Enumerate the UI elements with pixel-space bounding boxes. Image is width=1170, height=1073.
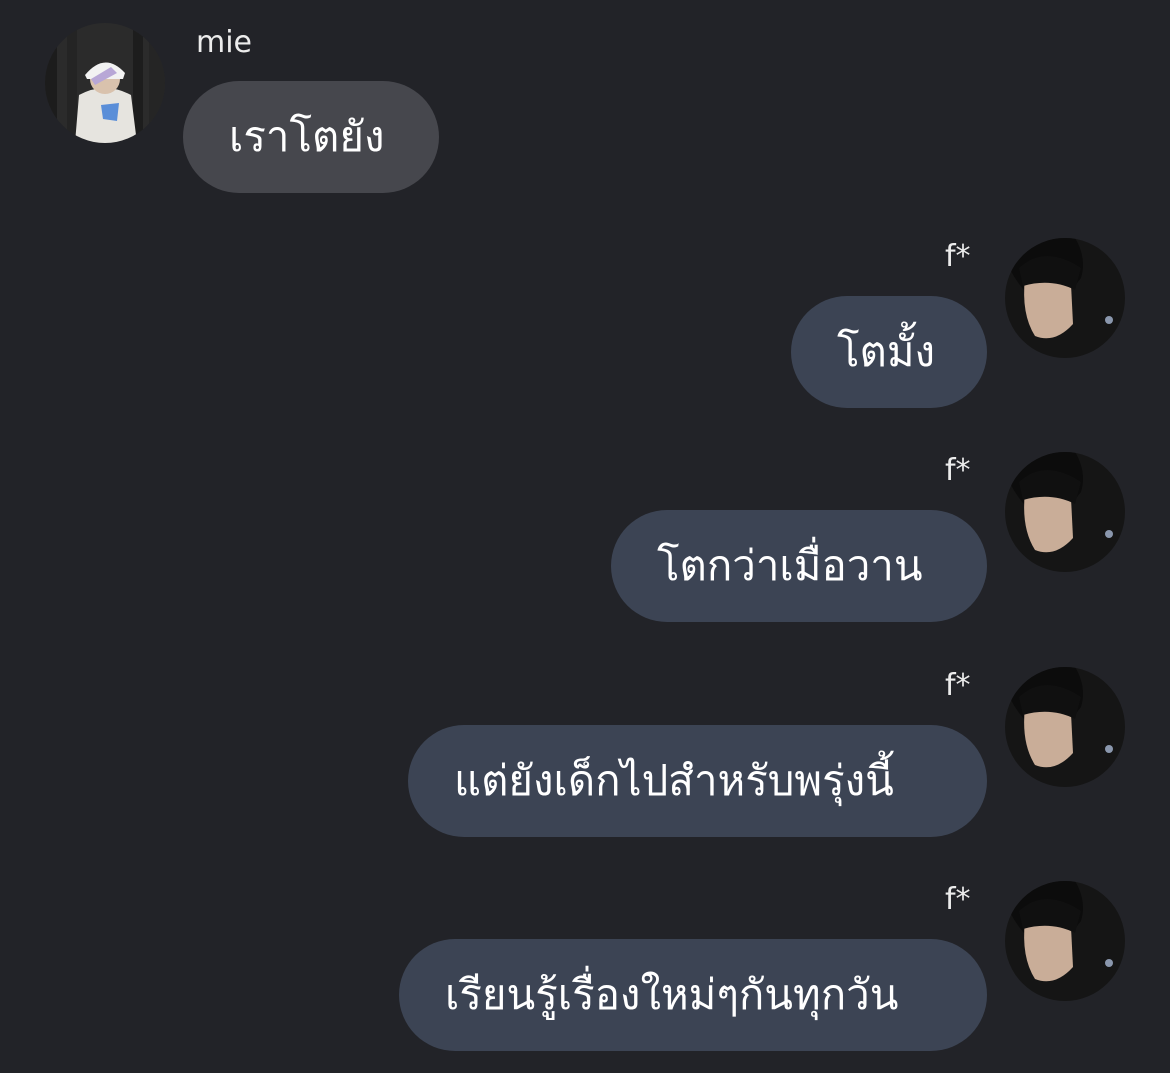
message-bubble[interactable]: เราโตยัง [183, 81, 439, 193]
sender-name: mie [196, 25, 253, 60]
avatar-f-photo-icon [1005, 667, 1125, 787]
avatar-f[interactable] [1005, 881, 1125, 1001]
sender-name: f* [945, 668, 971, 703]
chat-thread[interactable]: mie เราโตยัง f* โตมั้ง f* โตกว่าเมื่อวาน [0, 0, 1170, 1073]
avatar-f-photo-icon [1005, 452, 1125, 572]
sender-name: f* [945, 239, 971, 274]
message-bubble[interactable]: โตมั้ง [791, 296, 987, 408]
online-dot [1105, 530, 1113, 538]
message-bubble[interactable]: เรียนรู้เรื่องใหม่ๆกันทุกวัน [399, 939, 987, 1051]
avatar-f[interactable] [1005, 452, 1125, 572]
avatar-f[interactable] [1005, 238, 1125, 358]
online-dot [1105, 959, 1113, 967]
message-bubble[interactable]: โตกว่าเมื่อวาน [611, 510, 987, 622]
avatar-f-photo-icon [1005, 238, 1125, 358]
sender-name: f* [945, 453, 971, 488]
online-dot [1105, 316, 1113, 324]
avatar-f[interactable] [1005, 667, 1125, 787]
avatar-f-photo-icon [1005, 881, 1125, 1001]
avatar-mie-photo-icon [45, 23, 165, 143]
avatar-mie[interactable] [45, 23, 165, 143]
online-dot [1105, 745, 1113, 753]
message-bubble[interactable]: แต่ยังเด็กไปสำหรับพรุ่งนี้ [408, 725, 987, 837]
sender-name: f* [945, 882, 971, 917]
